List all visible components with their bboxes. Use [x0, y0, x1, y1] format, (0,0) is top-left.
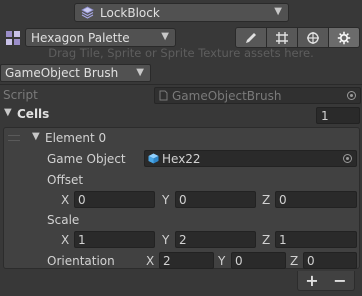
palette-dropdown[interactable]: Hexagon Palette ▼: [25, 28, 176, 47]
script-value: GameObjectBrush: [172, 88, 282, 103]
grid-icon: [276, 31, 288, 44]
chevron-down-icon: ▼: [136, 67, 144, 78]
script-file-icon: [159, 90, 168, 101]
scale-z-label: Z: [262, 233, 271, 247]
remove-element-button[interactable]: −: [333, 271, 346, 290]
chevron-down-icon: ▼: [161, 31, 169, 42]
offset-y-label: Y: [162, 193, 170, 207]
tilemap-target-label: LockBlock: [100, 5, 160, 20]
palette-toolbar: [235, 27, 360, 48]
orientation-x-label: X: [146, 254, 155, 268]
cells-header[interactable]: ▼ Cells: [0, 107, 362, 125]
settings-icon: [337, 31, 351, 44]
orientation-y-field[interactable]: 0: [231, 252, 286, 269]
tilemap-target-dropdown[interactable]: LockBlock ▼: [74, 3, 289, 22]
offset-z-field[interactable]: 0: [275, 191, 357, 208]
object-picker-icon[interactable]: [343, 154, 352, 163]
game-object-value: Hex22: [162, 151, 201, 166]
offset-x-label: X: [61, 193, 70, 207]
brush-selected-label: GameObject Brush: [5, 66, 119, 80]
add-element-button[interactable]: +: [305, 271, 318, 290]
scale-z-field[interactable]: 1: [275, 231, 357, 248]
element-label: Element 0: [45, 131, 107, 145]
offset-label: Offset: [47, 173, 84, 187]
gizmo-tool-button[interactable]: [298, 28, 329, 47]
script-label: Script: [3, 88, 38, 102]
scale-x-field[interactable]: 1: [74, 231, 155, 248]
offset-y-field[interactable]: 0: [175, 191, 256, 208]
game-object-label: Game Object: [47, 152, 126, 166]
orientation-label: Orientation: [47, 254, 115, 268]
fold-arrow-icon[interactable]: ▼: [32, 131, 40, 142]
offset-x-field[interactable]: 0: [74, 191, 155, 208]
divider: [0, 84, 362, 85]
pencil-icon: [246, 32, 256, 43]
fold-arrow-icon[interactable]: ▼: [4, 107, 12, 118]
cells-label: Cells: [17, 107, 50, 121]
paint-tool-button[interactable]: [236, 28, 267, 47]
orientation-y-label: Y: [218, 254, 226, 268]
prefab-cube-icon: [148, 153, 159, 164]
drag-hint-text: Drag Tile, Sprite or Sprite Texture asse…: [48, 46, 314, 60]
settings-tool-button[interactable]: [329, 28, 359, 47]
scale-label: Scale: [47, 213, 80, 227]
cells-count-field[interactable]: 1: [316, 107, 360, 124]
chevron-down-icon: ▼: [274, 6, 282, 17]
object-picker-icon[interactable]: [347, 91, 356, 100]
palette-selected-label: Hexagon Palette: [31, 30, 130, 45]
layers-icon: [81, 6, 94, 19]
orientation-z-field[interactable]: 0: [303, 252, 357, 269]
orientation-z-label: Z: [290, 254, 299, 268]
scale-y-label: Y: [162, 233, 170, 247]
offset-z-label: Z: [262, 193, 271, 207]
target-icon: [307, 31, 319, 44]
game-object-field[interactable]: Hex22: [144, 150, 357, 167]
script-field: GameObjectBrush: [154, 87, 361, 104]
scale-y-field[interactable]: 2: [175, 231, 256, 248]
list-add-remove: + −: [297, 271, 355, 291]
drag-handle-icon[interactable]: [8, 135, 20, 141]
palette-icon: [6, 31, 20, 45]
brush-dropdown[interactable]: GameObject Brush ▼: [0, 64, 151, 82]
grid-tool-button[interactable]: [267, 28, 298, 47]
orientation-x-field[interactable]: 2: [159, 252, 214, 269]
scale-x-label: X: [61, 233, 70, 247]
